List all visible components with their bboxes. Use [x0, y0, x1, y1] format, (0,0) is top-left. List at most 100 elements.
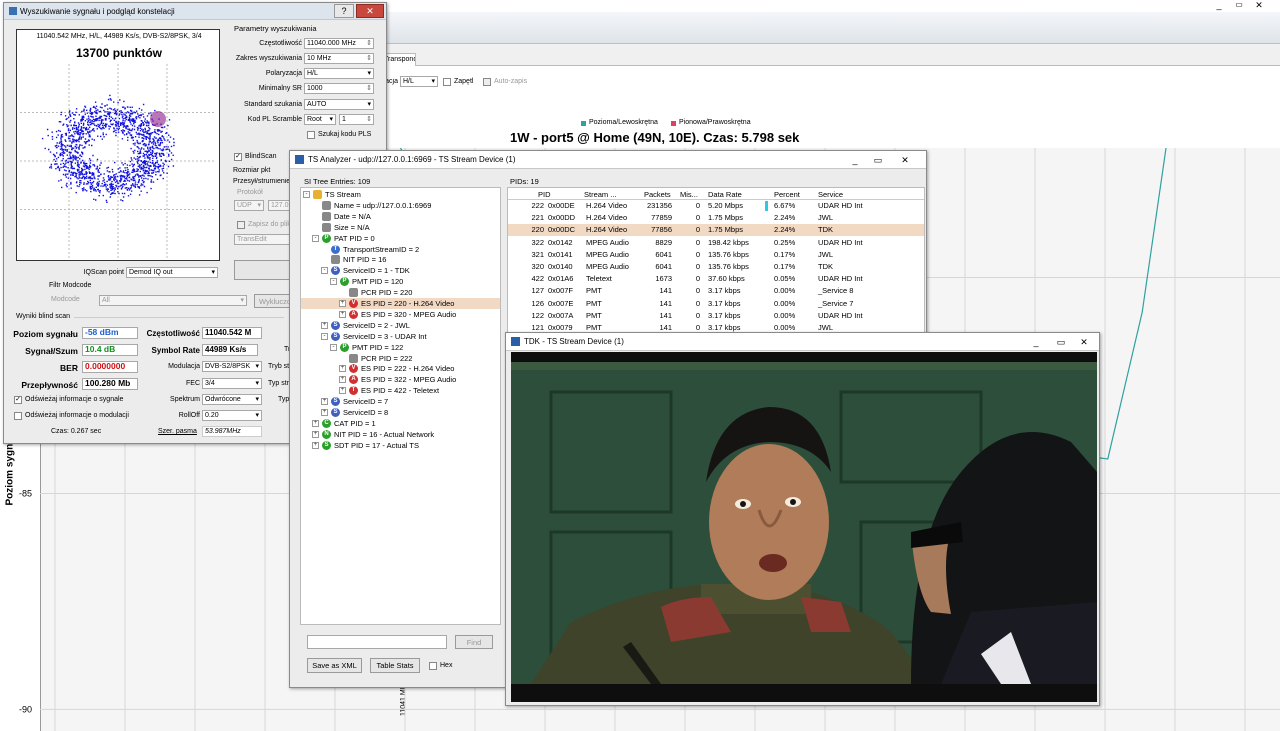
iqscan-select[interactable]: Demod IQ out	[126, 267, 218, 278]
minimize-icon[interactable]: _	[845, 153, 865, 167]
table-row[interactable]: 222 0x00DE H.264 Video 231356 0 5.20 Mbps 6.67…	[508, 200, 924, 212]
expand-toggle-icon[interactable]: -	[321, 332, 328, 340]
fec-select[interactable]: 3/4	[202, 378, 262, 389]
table-row[interactable]: 321 0x0141 MPEG Audio 6041 0 135.76 kbps 0.17%…	[508, 249, 924, 261]
close-icon[interactable]: ✕	[356, 4, 384, 18]
expand-toggle-icon[interactable]: +	[339, 310, 346, 318]
mod-select[interactable]: DVB-S2/8PSK	[202, 361, 262, 372]
tree-node[interactable]: + S ServiceID = 2 - JWL	[301, 320, 500, 331]
tree-node[interactable]: - S ServiceID = 1 - TDK	[301, 265, 500, 276]
tree-node[interactable]: - S ServiceID = 3 - UDAR Int	[301, 331, 500, 342]
pol-select[interactable]: H/L	[304, 68, 374, 79]
column-header[interactable]: Stream ...	[584, 190, 617, 199]
expand-toggle-icon[interactable]: +	[312, 419, 319, 427]
maximize-icon[interactable]: ▭	[1051, 335, 1071, 349]
expand-toggle-icon[interactable]: +	[321, 398, 328, 406]
polarization-select[interactable]: H/L	[400, 76, 438, 87]
find-button[interactable]: Find	[455, 635, 493, 649]
tree-node[interactable]: + V ES PID = 222 - H.264 Video	[301, 363, 500, 374]
blindscan-checkbox[interactable]: ✓	[234, 153, 242, 161]
transedit-input[interactable]: TransEdit	[234, 234, 292, 245]
column-header[interactable]: Percent	[774, 190, 800, 199]
table-stats-button[interactable]: Table Stats	[370, 658, 420, 673]
column-header[interactable]: Packets	[644, 190, 671, 199]
expand-toggle-icon[interactable]: -	[321, 267, 328, 275]
expand-toggle-icon[interactable]: +	[339, 387, 346, 395]
expand-toggle-icon[interactable]: -	[303, 191, 310, 198]
loop-checkbox[interactable]	[443, 78, 451, 86]
tree-node[interactable]: + V ES PID = 220 - H.264 Video	[301, 298, 500, 309]
help-icon[interactable]: ?	[334, 4, 354, 18]
expand-toggle-icon[interactable]: -	[330, 278, 337, 286]
maximize-icon[interactable]: ▭	[868, 153, 888, 167]
column-header[interactable]: Data Rate	[708, 190, 742, 199]
autosave-checkbox[interactable]	[483, 78, 491, 86]
refresh-signal-checkbox[interactable]: ✓	[14, 396, 22, 404]
tree-node[interactable]: + S ServiceID = 7	[301, 396, 500, 407]
table-row[interactable]: 122 0x007A PMT 141 0 3.17 kbps 0.00% UDAR HD In…	[508, 310, 924, 322]
expand-toggle-icon[interactable]: -	[330, 343, 337, 351]
minimize-icon[interactable]: _	[1026, 335, 1046, 349]
column-header[interactable]: Mis...	[680, 190, 698, 199]
table-row[interactable]: 320 0x0140 MPEG Audio 6041 0 135.76 kbps 0.17%…	[508, 261, 924, 273]
freq-input[interactable]: 11040.000 MHz	[304, 38, 374, 49]
tree-node[interactable]: + T ES PID = 422 - Teletext	[301, 385, 500, 396]
modcode-select[interactable]: All	[99, 295, 247, 306]
column-header[interactable]: PID	[538, 190, 551, 199]
tree-node[interactable]: T TransportStreamID = 2	[301, 244, 500, 255]
std-select[interactable]: AUTO	[304, 99, 374, 110]
tree-node[interactable]: + S ServiceID = 8	[301, 407, 500, 418]
tree-node[interactable]: NIT PID = 16	[301, 254, 500, 265]
column-header[interactable]: Service	[818, 190, 843, 199]
tree-node[interactable]: + A ES PID = 322 - MPEG Audio	[301, 374, 500, 385]
close-icon[interactable]: ✕	[895, 153, 915, 167]
save-to-file-checkbox[interactable]	[237, 221, 245, 229]
find-input[interactable]	[307, 635, 447, 649]
tree-node[interactable]: + C CAT PID = 1	[301, 418, 500, 429]
spectrum-select[interactable]: Odwrócone	[202, 394, 262, 405]
table-row[interactable]: 220 0x00DC H.264 Video 77856 0 1.75 Mbps 2.24%…	[508, 224, 924, 237]
table-row[interactable]: 127 0x007F PMT 141 0 3.17 kbps 0.00% _Service 8	[508, 285, 924, 297]
tree-node[interactable]: Name = udp://127.0.0.1:6969	[301, 200, 500, 211]
expand-toggle-icon[interactable]: +	[339, 300, 346, 307]
tree-node[interactable]: PCR PID = 222	[301, 353, 500, 364]
expand-toggle-icon[interactable]: +	[339, 376, 346, 384]
close-icon[interactable]: ✕	[1252, 0, 1266, 10]
rolloff-select[interactable]: 0.20	[202, 410, 262, 421]
tree-node[interactable]: - P PMT PID = 120	[301, 276, 500, 287]
pid-table[interactable]: PID Stream ... Packets Mis... Data Rate Perce…	[507, 187, 925, 333]
minsr-input[interactable]: 1000	[304, 83, 374, 94]
expand-toggle-icon[interactable]: +	[321, 409, 328, 416]
tree-node[interactable]: Date = N/A	[301, 211, 500, 222]
start-button[interactable]	[234, 260, 292, 280]
protocol-select[interactable]: UDP	[234, 200, 264, 211]
table-row[interactable]: 126 0x007E PMT 141 0 3.17 kbps 0.00% _Service 7	[508, 298, 924, 310]
minimize-icon[interactable]: _	[1212, 0, 1226, 10]
tree-node[interactable]: - P PMT PID = 122	[301, 342, 500, 353]
expand-toggle-icon[interactable]: +	[339, 365, 346, 373]
exclude-button[interactable]: Wykluczone	[254, 294, 290, 308]
expand-toggle-icon[interactable]: +	[312, 430, 319, 438]
table-row[interactable]: 322 0x0142 MPEG Audio 8829 0 198.42 kbps 0.25%…	[508, 237, 924, 249]
table-row[interactable]: 221 0x00DD H.264 Video 77859 0 1.75 Mbps 2.24%…	[508, 212, 924, 224]
range-input[interactable]: 10 MHz	[304, 53, 374, 64]
tree-node[interactable]: - TS Stream	[301, 189, 500, 200]
refresh-mod-checkbox[interactable]	[14, 412, 22, 420]
expand-toggle-icon[interactable]: +	[321, 321, 328, 329]
si-tree[interactable]: - TS Stream Name = udp://127.0.0.1:6969 Dat…	[300, 187, 501, 625]
tree-node[interactable]: + N NIT PID = 16 - Actual Network	[301, 429, 500, 440]
pls-value-input[interactable]: 1	[339, 114, 374, 125]
save-xml-button[interactable]: Save as XML	[307, 658, 362, 673]
pls-mode-select[interactable]: Root	[304, 114, 336, 125]
tree-node[interactable]: - P PAT PID = 0	[301, 233, 500, 244]
tree-node[interactable]: Size = N/A	[301, 222, 500, 233]
tree-node[interactable]: + S SDT PID = 17 - Actual TS	[301, 440, 500, 451]
tree-node[interactable]: PCR PID = 220	[301, 287, 500, 298]
search-pls-checkbox[interactable]	[307, 131, 315, 139]
close-icon[interactable]: ✕	[1074, 335, 1094, 349]
tree-node[interactable]: + A ES PID = 320 - MPEG Audio	[301, 309, 500, 320]
table-row[interactable]: 422 0x01A6 Teletext 1673 0 37.60 kbps 0.05% UDA…	[508, 273, 924, 285]
expand-toggle-icon[interactable]: +	[312, 441, 319, 449]
maximize-icon[interactable]: ▭	[1232, 0, 1246, 10]
hex-checkbox[interactable]	[429, 662, 437, 670]
